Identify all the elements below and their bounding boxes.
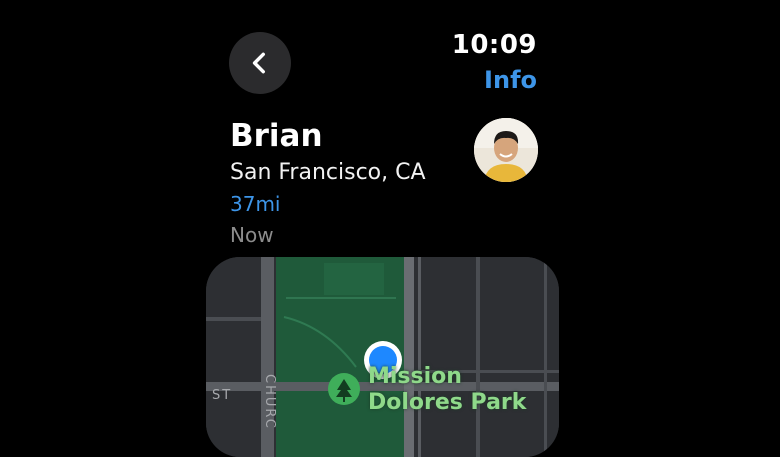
- tree-icon: [328, 373, 360, 405]
- poi-line-1: Mission: [368, 364, 462, 389]
- status-time: 10:09: [451, 30, 537, 60]
- avatar-portrait: [474, 118, 538, 182]
- chevron-left-icon: [252, 52, 265, 74]
- map-poi-label: Mission Dolores Park: [368, 364, 526, 416]
- street-label-church: CHURC: [262, 374, 277, 430]
- info-button[interactable]: Info: [484, 66, 537, 94]
- poi-line-2: Dolores Park: [368, 390, 527, 415]
- contact-distance: 37mi: [230, 192, 281, 216]
- location-updated-time: Now: [230, 223, 274, 247]
- back-button[interactable]: [229, 32, 291, 94]
- contact-location: San Francisco, CA: [230, 160, 426, 185]
- contact-avatar[interactable]: [474, 118, 538, 182]
- location-map[interactable]: [206, 257, 559, 457]
- contact-name: Brian: [230, 118, 323, 154]
- street-label-st: ST: [212, 388, 233, 403]
